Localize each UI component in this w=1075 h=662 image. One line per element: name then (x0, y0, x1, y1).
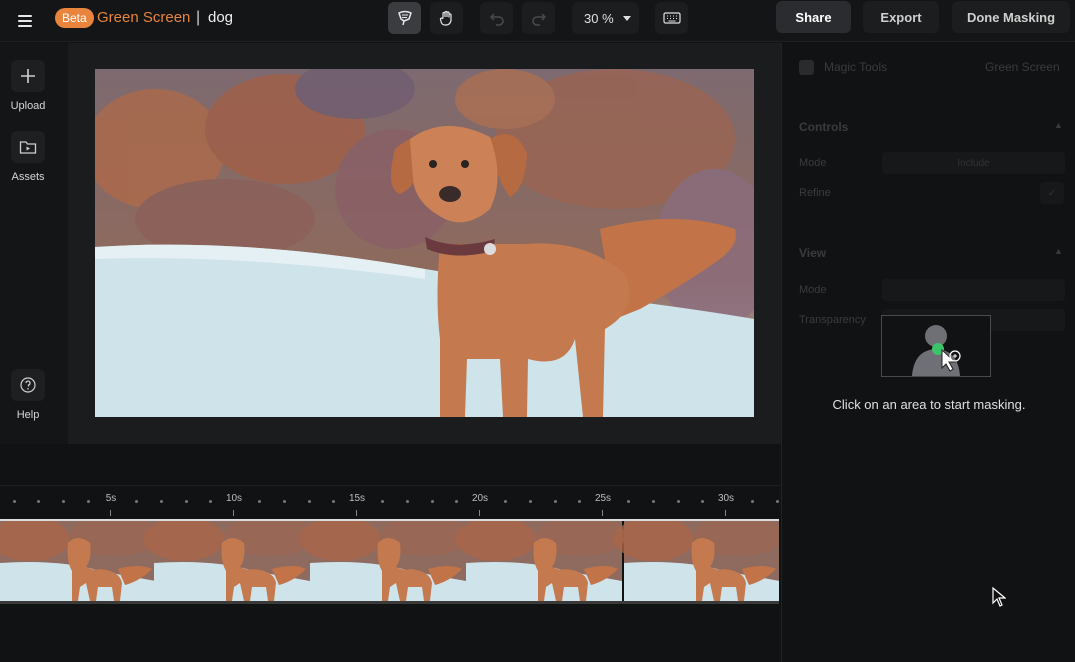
ruler-tick-mark (602, 510, 603, 516)
transparency-label: Transparency (799, 314, 866, 326)
ruler-dot (677, 500, 680, 503)
ruler-tick-mark (725, 510, 726, 516)
beta-badge: Beta (55, 8, 94, 28)
view-section-title[interactable]: View (799, 246, 826, 260)
mask-brush-button[interactable] (388, 2, 421, 34)
ruler-dot (62, 500, 65, 503)
sidebar-item-help[interactable]: Help (0, 369, 56, 421)
magic-tools-icon (799, 60, 814, 75)
ruler-dot (431, 500, 434, 503)
ruler-dot (701, 500, 704, 503)
magic-tools-label: Magic Tools (824, 60, 888, 74)
ruler-tick-mark (479, 510, 480, 516)
ruler-dot (627, 500, 630, 503)
ruler-dot (406, 500, 409, 503)
filmstrip-frames (0, 521, 779, 601)
green-screen-tab[interactable]: Green Screen (985, 60, 1060, 74)
view-mode-select[interactable] (882, 279, 1065, 301)
ruler-dot (308, 500, 311, 503)
timeline-header (0, 444, 781, 486)
ruler-dot (751, 500, 754, 503)
masking-hint-text: Click on an area to start masking. (832, 397, 1026, 412)
ruler-tick-label: 15s (348, 493, 366, 504)
view-mode-label: Mode (799, 284, 827, 296)
timeline-footer (0, 606, 781, 662)
sidebar-item-label: Help (16, 409, 40, 421)
masking-hint-illustration (881, 315, 991, 377)
app-name: Green Screen (97, 9, 191, 26)
ruler-dot (776, 500, 779, 503)
ruler-dot (554, 500, 557, 503)
project-name[interactable]: dog (208, 8, 233, 28)
ruler-dot (209, 500, 212, 503)
chevron-down-icon (623, 16, 631, 21)
plus-icon (11, 60, 45, 92)
ruler-dot (13, 500, 16, 503)
undo-button[interactable] (480, 2, 513, 34)
ruler-dot (652, 500, 655, 503)
ruler-tick-mark (233, 510, 234, 516)
sidebar-item-assets[interactable]: Assets (0, 131, 56, 183)
keyboard-shortcuts-button[interactable] (655, 2, 688, 34)
ruler-dot (504, 500, 507, 503)
chevron-up-icon[interactable]: ▲ (1054, 246, 1063, 256)
ruler-tick-label: 10s (225, 493, 243, 504)
hand-icon (439, 10, 452, 26)
ruler-dot (185, 500, 188, 503)
ruler-dot (578, 500, 581, 503)
zoom-value: 30 % (584, 10, 614, 26)
sidebar-item-label: Upload (10, 100, 46, 112)
refine-label: Refine (799, 187, 831, 199)
chevron-up-icon[interactable]: ▲ (1054, 120, 1063, 130)
ruler-dot (529, 500, 532, 503)
ruler-dot (283, 500, 286, 503)
ruler-dot (160, 500, 163, 503)
right-panel: Magic Tools Green Screen Controls ▲ Mode… (781, 43, 1075, 662)
mask-brush-icon (397, 10, 412, 26)
ruler-dot (135, 500, 138, 503)
ruler-dot (258, 500, 261, 503)
done-masking-button[interactable]: Done Masking (952, 1, 1070, 33)
ruler-tick-mark (356, 510, 357, 516)
folder-play-icon (11, 131, 45, 163)
top-bar: Beta Green Screen | dog 30 % Share Expor… (0, 0, 1075, 42)
sidebar-item-upload[interactable]: Upload (0, 60, 56, 112)
ruler-dot (381, 500, 384, 503)
mode-label: Mode (799, 157, 827, 169)
ruler-dot (455, 500, 458, 503)
person-click-icon (912, 325, 961, 376)
question-icon (11, 369, 45, 401)
controls-section-title[interactable]: Controls (799, 120, 848, 134)
ruler-tick-label: 20s (471, 493, 489, 504)
ruler-dot (87, 500, 90, 503)
ruler-dot (37, 500, 40, 503)
left-sidebar: Upload Assets Help (0, 43, 68, 444)
ruler-tick-label: 25s (594, 493, 612, 504)
timeline-ruler[interactable]: 5s 10s 15s 20s 25s 30s (0, 486, 781, 520)
dog-video-frame (95, 69, 754, 417)
redo-icon (531, 13, 546, 26)
video-preview[interactable] (95, 69, 754, 417)
hand-tool-button[interactable] (430, 2, 463, 34)
redo-button[interactable] (522, 2, 555, 34)
ruler-dot (332, 500, 335, 503)
hamburger-menu-icon[interactable] (18, 11, 38, 31)
sidebar-item-label: Assets (11, 171, 45, 183)
ruler-tick-label: 30s (717, 493, 735, 504)
mode-value: Include (957, 157, 990, 169)
keyboard-icon (662, 12, 681, 24)
mouse-pointer-icon (992, 587, 1006, 607)
zoom-select[interactable]: 30 % (572, 2, 639, 34)
export-button[interactable]: Export (863, 1, 939, 33)
ruler-tick-label: 5s (105, 493, 117, 504)
refine-check-icon[interactable]: ✓ (1040, 182, 1064, 204)
undo-icon (489, 13, 504, 26)
video-filmstrip[interactable] (0, 519, 779, 604)
title-separator: | (196, 9, 201, 26)
ruler-tick-mark (110, 510, 111, 516)
mode-select[interactable]: Include (882, 152, 1065, 174)
share-button[interactable]: Share (776, 1, 851, 33)
